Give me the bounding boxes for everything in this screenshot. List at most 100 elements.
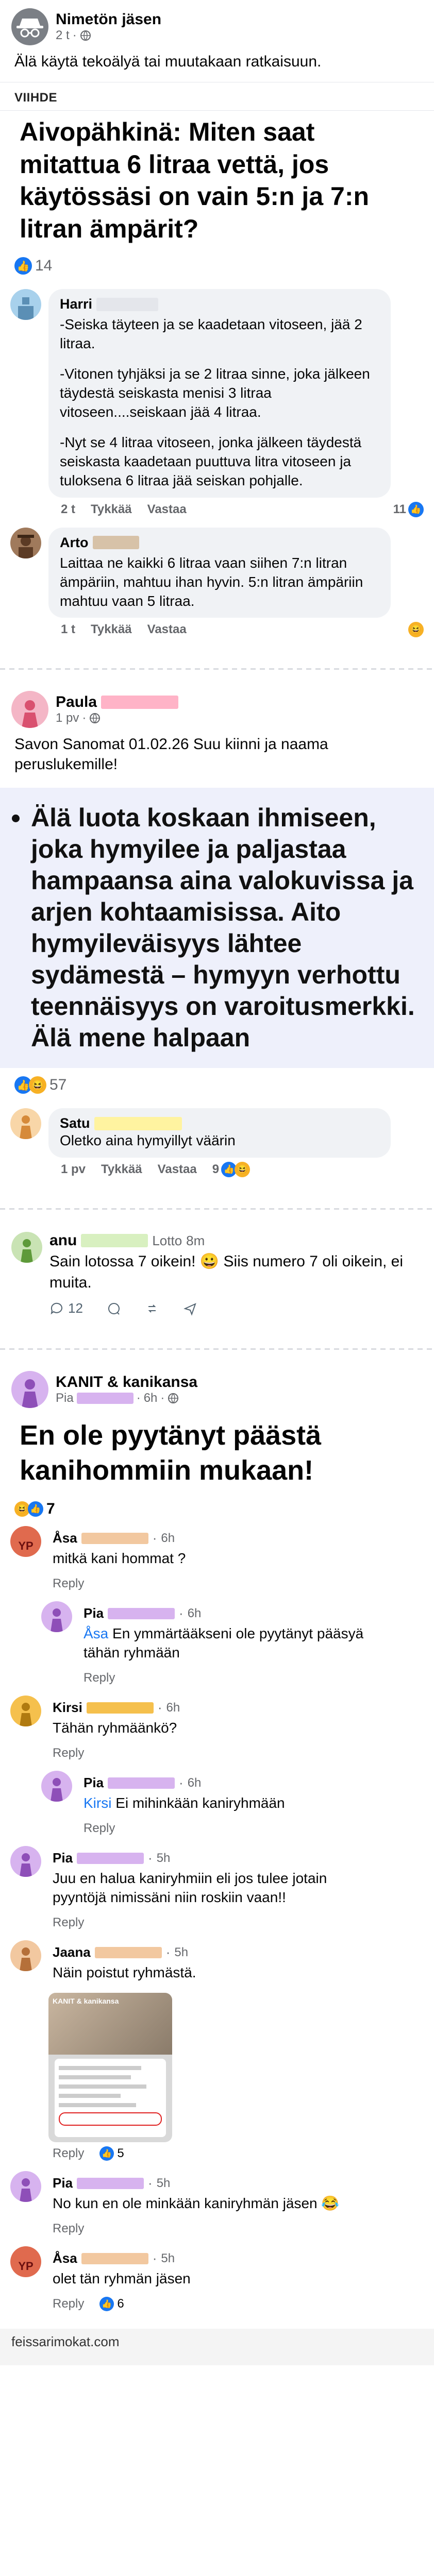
comment: Jaana · 5h Näin poistut ryhmästä. KANIT … [0,1934,434,2165]
person-icon [18,297,34,320]
mention-link[interactable]: Kirsi [84,1795,111,1811]
author-name[interactable]: anu [49,1232,77,1249]
reaction-summary[interactable]: 👍 😆 57 [0,1073,434,1102]
repost-icon[interactable] [145,1301,159,1316]
incognito-icon [16,19,43,38]
post-time[interactable]: 1 pv [56,711,79,725]
redaction-mark [77,2177,144,2189]
reply-button[interactable]: 12 [49,1300,83,1316]
comment-time[interactable]: 6h [188,1606,202,1621]
redaction-mark [76,1393,133,1404]
comment-time[interactable]: 5h [157,2176,171,2191]
author-name[interactable]: Nimetön jäsen [56,11,161,28]
reaction-summary[interactable]: 😆 👍 7 [0,1497,434,1520]
comment-time[interactable]: 6h [161,1531,175,1546]
avatar[interactable] [11,1232,42,1263]
post-time[interactable]: 8m [186,1233,205,1249]
author-name[interactable]: Pia [56,1391,74,1405]
commenter-name[interactable]: Åsa [53,1530,77,1546]
reply-button[interactable]: Reply [53,2297,84,2311]
avatar[interactable] [10,2171,41,2202]
commenter-name[interactable]: Åsa [53,2250,77,2266]
avatar[interactable] [10,1846,41,1877]
comment-time[interactable]: 6h [188,1776,202,1790]
avatar[interactable] [11,691,48,728]
commenter-name[interactable]: Pia [84,1605,104,1621]
like-button[interactable]: Tykkää [101,1162,142,1177]
comment-reactions[interactable]: 11 👍 [393,501,424,517]
comment-icon[interactable] [107,1301,121,1316]
comment-bubble: Pia · 5h No kun en ole minkään kaniryhmä… [48,2171,376,2218]
avatar[interactable] [41,1771,72,1802]
avatar[interactable] [10,1940,41,1972]
commenter-name[interactable]: Jaana [53,1944,91,1960]
avatar[interactable] [41,1601,72,1633]
like-button[interactable]: Tykkää [91,502,132,517]
commenter-name[interactable]: Pia [53,2175,73,2191]
like-reaction-icon: 👍 [14,257,32,275]
comment-bubble: Pia · 5h Juu en halua kaniryhmiin eli jo… [48,1846,376,1912]
reply-button[interactable]: Reply [53,2146,84,2161]
comment-reactions[interactable]: 9 👍 😆 [212,1162,251,1178]
article-headline[interactable]: Aivopähkinä: Miten saat mitattua 6 litra… [0,111,434,254]
comment-time[interactable]: 5h [161,2251,175,2266]
avatar[interactable] [10,289,41,320]
author-handle[interactable]: Lotto [152,1233,182,1249]
post-actions: 12 [49,1293,423,1316]
commenter-name[interactable]: Harri [60,296,92,312]
avatar[interactable]: YP [10,2246,41,2278]
comment-time[interactable]: 6h [166,1701,180,1715]
comment-time[interactable]: 2 t [61,502,75,517]
comment: Kirsi · 6h Tähän ryhmäänkö? Reply 👍 [0,1689,434,1765]
comment-actions: Reply 👍 6 [48,2293,424,2311]
reply-button[interactable]: Reply [53,1746,84,1760]
comment-actions: Reply 👍 [79,1667,424,1685]
reply-button[interactable]: Reply [53,2222,84,2236]
comment-time[interactable]: 5h [157,1851,171,1866]
reply-button[interactable]: Vastaa [147,622,187,637]
commenter-name[interactable]: Arto [60,535,89,551]
comment-time[interactable]: 1 pv [61,1162,86,1177]
reply-button[interactable]: Vastaa [147,502,187,517]
reply-button[interactable]: Reply [84,1671,115,1685]
like-reaction-icon: 👍 [99,2296,114,2311]
reply-button[interactable]: Reply [53,1577,84,1591]
anonymous-avatar[interactable] [11,8,48,45]
comment-time[interactable]: 1 t [61,622,75,637]
person-icon [20,1115,32,1140]
post-header: Nimetön jäsen 2 t · [0,0,434,49]
reply-button[interactable]: Reply [53,1916,84,1930]
comment-reactions[interactable]: 👍 6 [99,2296,124,2311]
author-name[interactable]: Paula [56,693,97,711]
share-icon[interactable] [183,1301,197,1316]
avatar[interactable]: YP [10,1526,41,1557]
like-button[interactable]: Tykkää [91,622,132,637]
comment-text: Kirsi Ei mihinkään kaniryhmään [84,1795,285,1811]
commenter-name[interactable]: Pia [53,1850,73,1866]
screenshot-attachment[interactable]: KANIT & kanikansa [48,1993,172,2143]
commenter-name[interactable]: Pia [84,1775,104,1791]
commenter-name[interactable]: Kirsi [53,1700,82,1716]
comment-time[interactable]: 5h [174,1945,188,1960]
reply-button[interactable]: Vastaa [158,1162,197,1177]
comment-reactions[interactable]: 😆 [408,622,424,638]
avatar[interactable] [10,1696,41,1727]
yp-logo: YP [18,2260,34,2273]
person-icon [20,1853,32,1877]
section-separator [0,664,434,674]
mention-link[interactable]: Åsa [84,1625,108,1641]
person-icon [21,1239,33,1263]
reaction-summary[interactable]: 👍 14 [0,254,434,283]
post-time[interactable]: 2 t [56,28,70,43]
newspaper-clipping[interactable]: Älä luota koskaan ihmiseen, joka hymyile… [0,788,434,1069]
avatar[interactable] [10,527,41,558]
post-time[interactable]: 6h [144,1391,158,1405]
haha-reaction-icon: 😆 [408,622,424,638]
commenter-name[interactable]: Satu [60,1115,90,1131]
reply-button[interactable]: Reply [84,1821,115,1836]
redaction-mark [86,1702,154,1714]
group-name[interactable]: KANIT & kanikansa [56,1374,197,1391]
avatar[interactable] [11,1371,48,1409]
comment-reactions[interactable]: 👍 5 [99,2146,124,2161]
avatar[interactable] [10,1108,41,1140]
